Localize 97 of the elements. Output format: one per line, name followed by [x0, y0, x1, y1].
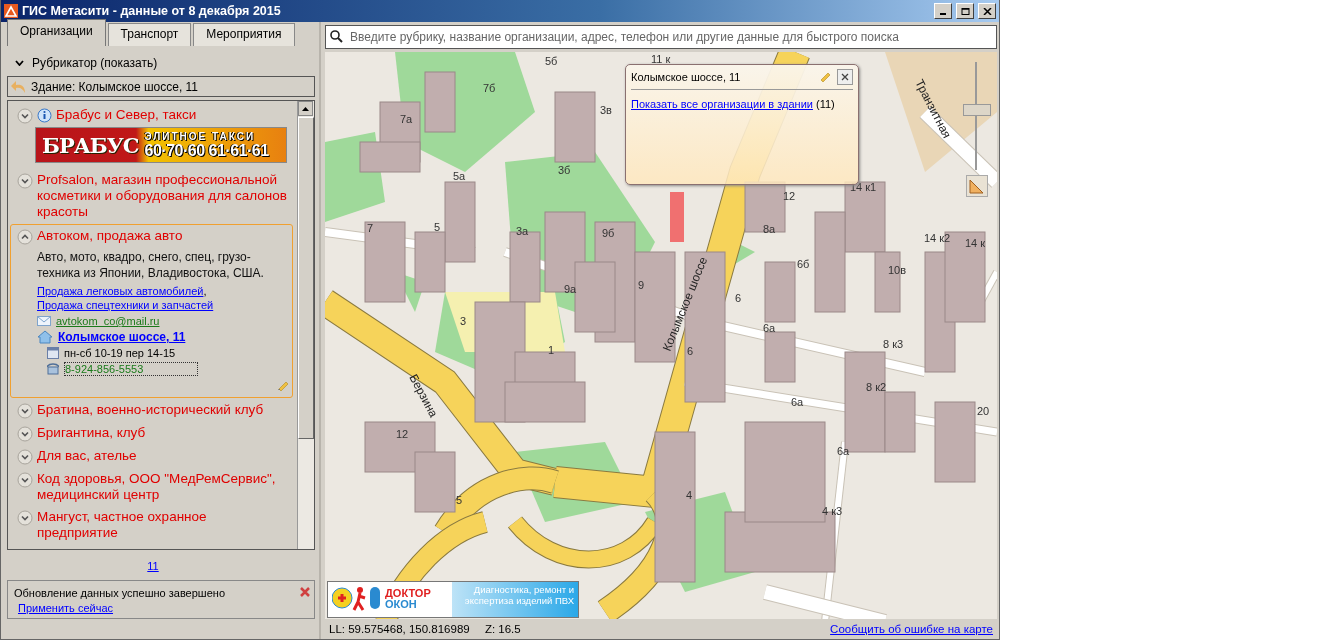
- building-number: 3б: [558, 163, 571, 176]
- collapse-icon[interactable]: [17, 229, 33, 245]
- building-number: 9а: [564, 282, 577, 295]
- building-number: 11 к: [651, 52, 671, 65]
- rubricator-toggle[interactable]: Рубрикатор (показать): [32, 56, 158, 70]
- calendar-icon: [47, 347, 59, 359]
- building-number: 4 к3: [822, 504, 843, 517]
- expand-icon[interactable]: [17, 426, 33, 442]
- close-icon: [982, 7, 992, 15]
- organization-name[interactable]: Код здоровья, ООО "МедРемСервис", медицинский центр: [37, 471, 290, 503]
- building-number: 4: [686, 488, 693, 501]
- expand-icon[interactable]: [17, 403, 33, 419]
- close-button[interactable]: [837, 68, 853, 85]
- phone-number[interactable]: 8-924-856-5553: [64, 362, 198, 376]
- expand-icon[interactable]: [17, 173, 33, 189]
- building-number: 6: [735, 291, 742, 304]
- close-icon: [841, 72, 849, 81]
- address-link[interactable]: Колымское шоссе, 11: [58, 330, 186, 344]
- app-logo-icon: [4, 4, 18, 18]
- apply-now-link[interactable]: Применить сейчас: [14, 602, 310, 614]
- expand-icon[interactable]: [17, 472, 33, 488]
- expand-icon[interactable]: [17, 108, 33, 124]
- search-field[interactable]: Введите рубрику, название организации, адрес, телефон или другие данные для быстрого поиска: [325, 25, 997, 49]
- building-number: 3: [460, 314, 467, 327]
- building-label: Здание: Колымское шоссе, 11: [31, 79, 199, 94]
- report-error-link[interactable]: Сообщить об ошибке на карте: [830, 623, 993, 636]
- organization-name[interactable]: Бригантина, клуб: [37, 425, 146, 441]
- building-number: 7б: [483, 81, 496, 94]
- scrollbar-thumb[interactable]: [298, 117, 314, 439]
- notification-message: Обновление данных успешно завершено: [14, 587, 225, 599]
- building-number: 1: [548, 343, 555, 356]
- building-number: 8 к3: [883, 337, 904, 350]
- scroll-up-button[interactable]: [298, 101, 313, 116]
- building-number: 5: [434, 220, 441, 233]
- banner-slogan: ЭЛИТНОЕ ТАКСИ: [144, 130, 257, 142]
- tab[interactable]: Транспорт: [107, 23, 192, 46]
- organization-name[interactable]: Мангуст, частное охранное предприятие: [37, 509, 290, 541]
- building-number: 12: [396, 427, 409, 440]
- organization-name[interactable]: Брабус и Север, такси: [56, 107, 197, 123]
- building-number: 6а: [837, 444, 850, 457]
- ad-text: Диагностика, ремонт и экспертиза изделий ПВХ: [452, 581, 578, 617]
- building-number: 5б: [545, 54, 558, 67]
- building-number: 12: [783, 189, 796, 202]
- show-organizations-link[interactable]: Показать все организации в здании: [631, 97, 813, 110]
- building-number: 6б: [797, 257, 810, 270]
- close-icon[interactable]: [300, 587, 310, 599]
- zoom-slider[interactable]: [961, 61, 991, 170]
- building-number: 5а: [453, 169, 466, 182]
- arrow-up-icon: [302, 106, 309, 111]
- ruler-icon[interactable]: [966, 174, 988, 197]
- organization-name[interactable]: Для вас, ателье: [37, 448, 137, 464]
- minimize-button[interactable]: [934, 3, 952, 19]
- popup-title: Колымское шоссе, 11: [631, 70, 741, 83]
- telephone-icon: [47, 363, 59, 375]
- expand-icon[interactable]: [17, 510, 33, 526]
- ad-brand: ОКОН: [385, 599, 417, 611]
- building-number: 7: [367, 221, 374, 234]
- coordinates-readout: LL: 59.575468, 150.816989: [329, 623, 470, 636]
- organization-name[interactable]: Братина, военно-исторический клуб: [37, 402, 264, 418]
- building-number: 20: [977, 404, 990, 417]
- building-number: 8а: [763, 222, 776, 235]
- building-number: 6а: [763, 321, 776, 334]
- organization-count: (11): [816, 97, 835, 110]
- building-number: 5: [456, 493, 463, 506]
- organization-name[interactable]: Profsalon, магазин профессиональной косметики и оборудования для салонов красоты: [37, 172, 290, 220]
- building-number: 3а: [516, 224, 529, 237]
- expand-icon[interactable]: [17, 449, 33, 465]
- tab[interactable]: Мероприятия: [193, 23, 295, 46]
- link-separator: ,: [203, 285, 207, 297]
- email-link[interactable]: avtokom_co@mail.ru: [56, 315, 160, 327]
- building-number: 3в: [600, 103, 612, 116]
- window-repair-ad-banner[interactable]: ДОКТОР ОКОН Диагностика, ремонт и экспертиза изделий ПВХ: [327, 580, 579, 618]
- building-number: 6а: [791, 395, 804, 408]
- opening-hours: пн-сб 10-19 пер 14-15: [64, 347, 176, 359]
- building-number: 8 к2: [866, 380, 887, 393]
- maximize-button[interactable]: [956, 3, 974, 19]
- building-number: 9: [638, 278, 645, 291]
- organization-description: Авто, мото, квадро, снего, спец, грузо-техника из Японии, Владивостока, США.: [37, 249, 265, 281]
- maximize-icon: [960, 7, 970, 15]
- chevron-icon[interactable]: [15, 60, 24, 66]
- building-number: 9б: [602, 226, 615, 239]
- search-icon: [330, 30, 343, 44]
- ad-brand: ДОКТОР: [385, 588, 431, 600]
- banner-phones: 60·70·60 61·61·61: [144, 141, 269, 160]
- house-icon: [37, 330, 53, 344]
- building-number: 10в: [888, 263, 907, 276]
- window-title: ГИС Метасити - данные от 8 декабря 2015: [22, 4, 282, 18]
- building-number: 14 к: [965, 236, 986, 249]
- page-link[interactable]: 11: [147, 560, 159, 572]
- category-link[interactable]: Продажа спецтехники и запчастей: [37, 299, 214, 311]
- envelope-icon: [37, 316, 51, 326]
- zoom-readout: Z: 16.5: [484, 623, 521, 636]
- organization-name[interactable]: Автоком, продажа авто: [37, 228, 183, 244]
- building-number: 14 к2: [924, 231, 951, 244]
- banner-brand: БРАБУС: [41, 132, 140, 158]
- building-number: 7а: [400, 112, 413, 125]
- tab[interactable]: Организации: [7, 19, 106, 46]
